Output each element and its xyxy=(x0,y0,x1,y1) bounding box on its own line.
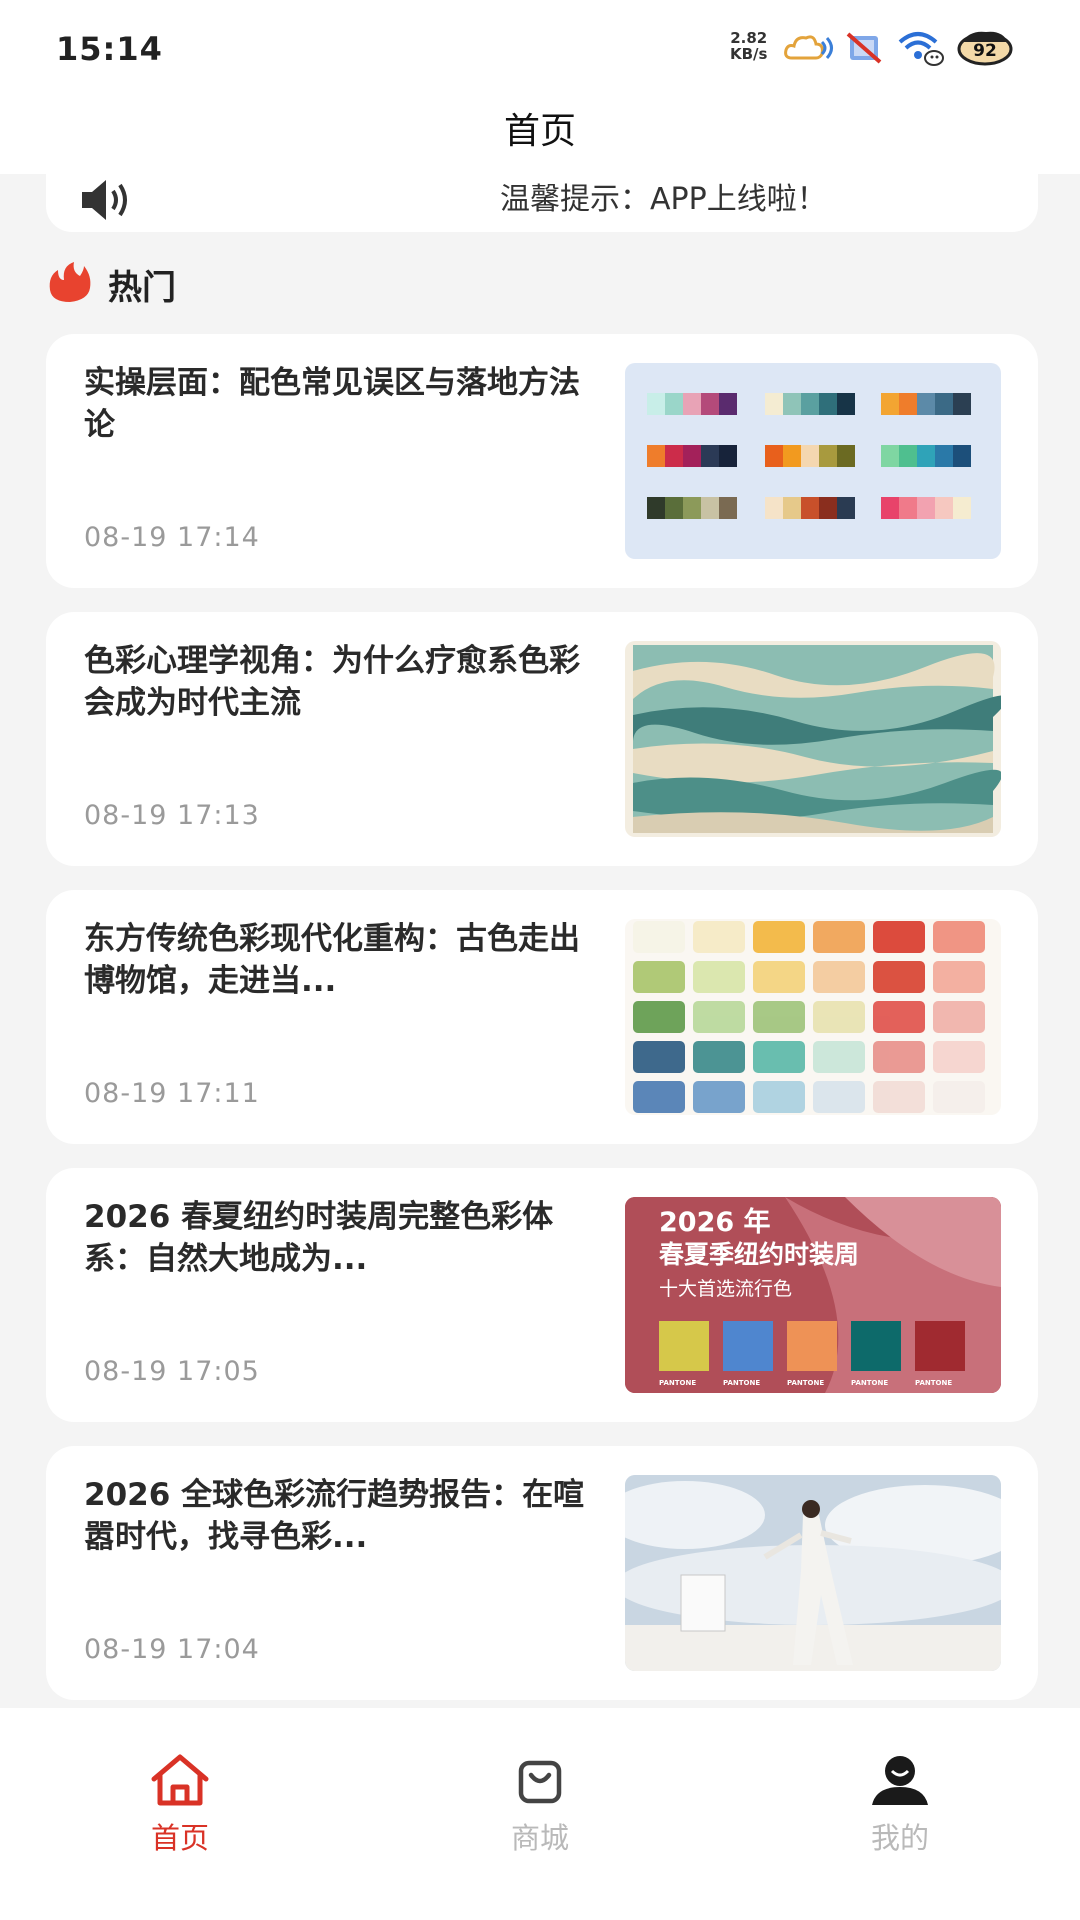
section-title: 热门 xyxy=(108,268,176,308)
svg-text:PANTONE: PANTONE xyxy=(915,1379,952,1387)
article-thumbnail xyxy=(625,363,1001,559)
article-time: 08-19 17:04 xyxy=(84,1634,260,1665)
svg-text:PANTONE: PANTONE xyxy=(851,1379,888,1387)
article-thumbnail xyxy=(625,1475,1001,1671)
home-icon xyxy=(151,1754,209,1806)
article-card[interactable]: 色彩心理学视角：为什么疗愈系色彩会成为时代主流 08-19 17:13 xyxy=(46,612,1038,866)
svg-text:春夏季纽约时装周: 春夏季纽约时装周 xyxy=(659,1240,859,1269)
cloud-dancer-image xyxy=(625,1475,1001,1671)
network-speed: 2.82 KB/s xyxy=(730,29,768,63)
svg-text:PANTONE: PANTONE xyxy=(659,1379,696,1387)
article-time: 08-19 17:05 xyxy=(84,1356,260,1387)
article-card[interactable]: 2026 全球色彩流行趋势报告：在喧嚣时代，找寻色彩... 08-19 17:0… xyxy=(46,1446,1038,1700)
tab-profile[interactable]: 我的 xyxy=(800,1753,1000,1857)
battery-icon: 92 xyxy=(957,31,1013,66)
notice-bar[interactable]: 温馨提示：APP上线啦！ xyxy=(46,174,1038,232)
status-time: 15:14 xyxy=(56,30,163,68)
profile-icon xyxy=(872,1756,928,1805)
svg-text:十大首选流行色: 十大首选流行色 xyxy=(659,1278,792,1300)
article-time: 08-19 17:11 xyxy=(84,1078,260,1109)
article-time: 08-19 17:13 xyxy=(84,800,260,831)
tab-home[interactable]: 首页 xyxy=(80,1753,280,1857)
notice-text: 温馨提示：APP上线啦！ xyxy=(500,182,827,217)
article-time: 08-19 17:14 xyxy=(84,522,260,553)
marbled-waves-image xyxy=(633,645,1001,833)
svg-text:2026 年: 2026 年 xyxy=(659,1206,771,1238)
tab-home-label: 首页 xyxy=(150,1821,209,1855)
article-card[interactable]: 2026 春夏纽约时装周完整色彩体系：自然大地成为... 08-19 17:05… xyxy=(46,1168,1038,1422)
flame-icon xyxy=(49,262,91,302)
article-title: 色彩心理学视角：为什么疗愈系色彩会成为时代主流 xyxy=(84,643,580,721)
tab-profile-label: 我的 xyxy=(870,1821,929,1855)
article-card[interactable]: 实操层面：配色常见误区与落地方法论 08-19 17:14 xyxy=(46,334,1038,588)
bottom-tab-bar: 首页 商城 我的 xyxy=(0,1708,1080,1920)
page-title: 首页 xyxy=(503,111,576,152)
article-thumbnail xyxy=(625,641,1001,837)
watercolor-swatches-image xyxy=(633,921,985,1113)
shopping-bag-icon xyxy=(518,1760,562,1804)
status-bar: 15:14 2.82 KB/s 92 xyxy=(0,0,1080,100)
article-title: 实操层面：配色常见误区与落地方法论 xyxy=(84,365,580,443)
nyfw-poster-image: 2026 年 春夏季纽约时装周 十大首选流行色 PANTONE PANTONE … xyxy=(625,1197,1001,1393)
speaker-icon xyxy=(82,180,127,220)
article-title: 2026 全球色彩流行趋势报告：在喧嚣时代，找寻色彩... xyxy=(84,1477,585,1555)
app-header: 首页 xyxy=(0,100,1080,174)
article-title: 2026 春夏纽约时装周完整色彩体系：自然大地成为... xyxy=(84,1199,554,1277)
tab-shop[interactable]: 商城 xyxy=(440,1753,640,1857)
svg-text:PANTONE: PANTONE xyxy=(723,1379,760,1387)
svg-text:92: 92 xyxy=(973,41,997,61)
palette-swatches-image xyxy=(647,393,971,519)
article-thumbnail xyxy=(625,919,1001,1115)
cloud-icon xyxy=(784,35,833,60)
tab-shop-label: 商城 xyxy=(510,1821,569,1855)
article-thumbnail: 2026 年 春夏季纽约时装周 十大首选流行色 PANTONE PANTONE … xyxy=(625,1197,1001,1393)
article-card[interactable]: 东方传统色彩现代化重构：古色走出博物馆，走进当... 08-19 17:11 xyxy=(46,890,1038,1144)
article-title: 东方传统色彩现代化重构：古色走出博物馆，走进当... xyxy=(84,921,580,999)
svg-text:PANTONE: PANTONE xyxy=(787,1379,824,1387)
wifi-icon xyxy=(898,32,944,66)
sim-off-icon xyxy=(846,32,882,64)
